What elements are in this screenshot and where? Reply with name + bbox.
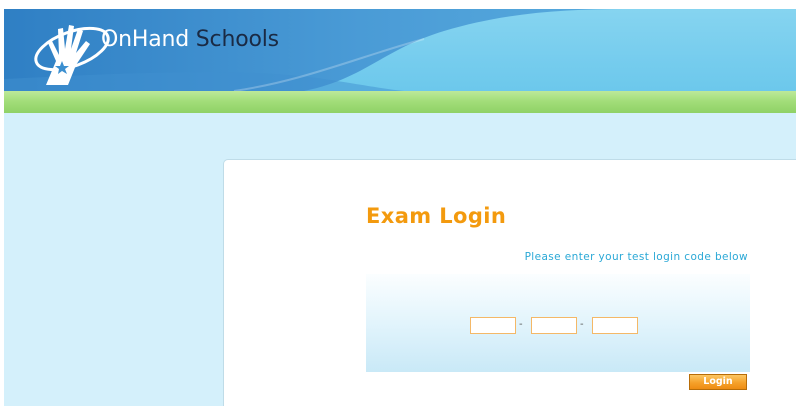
login-code-field-1[interactable] (470, 317, 516, 334)
login-code-box: - - (366, 274, 750, 372)
page: OnHand Schools Exam Login Please enter y… (0, 0, 796, 406)
brand-name-onhand: OnHand (101, 27, 189, 52)
login-code-field-2[interactable] (531, 317, 577, 334)
nav-bar (4, 91, 796, 113)
main-content-area: Exam Login Please enter your test login … (4, 113, 796, 406)
login-code-field-3[interactable] (592, 317, 638, 334)
brand-name: OnHand Schools (101, 27, 279, 52)
login-panel: Exam Login Please enter your test login … (223, 159, 796, 406)
header-banner: OnHand Schools (4, 9, 796, 91)
login-instruction: Please enter your test login code below (524, 251, 748, 263)
brand-name-schools: Schools (189, 27, 279, 52)
onhand-logo-icon (34, 25, 110, 85)
code-separator: - (519, 319, 523, 330)
page-title: Exam Login (366, 204, 507, 228)
login-button[interactable]: Login (689, 374, 747, 390)
code-separator: - (580, 319, 584, 330)
